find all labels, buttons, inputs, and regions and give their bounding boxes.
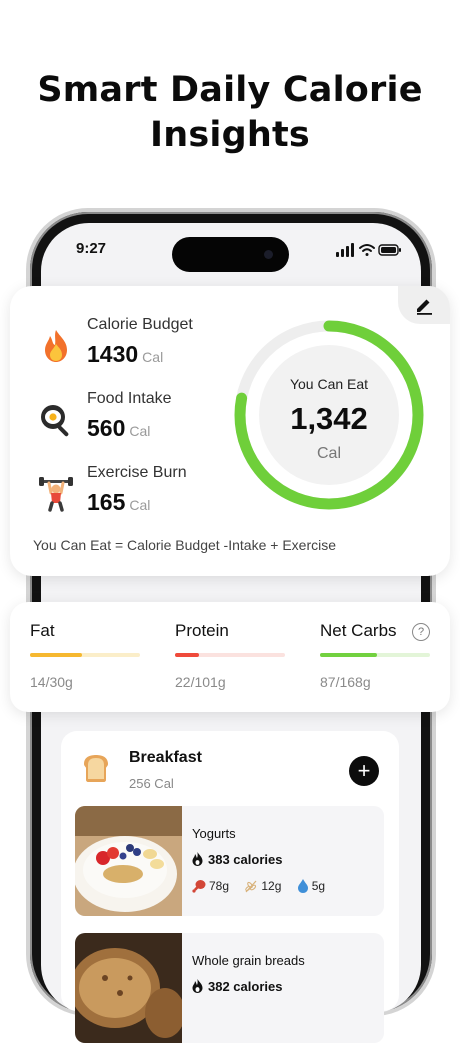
calorie-budget-unit: Cal (142, 349, 164, 365)
ring-value: 1,342 (290, 401, 368, 436)
plus-icon: + (357, 758, 371, 783)
macro-net-carbs-value: 87/168g (320, 674, 371, 690)
signal-icon (336, 243, 354, 257)
macro-protein-label: Protein (175, 621, 229, 640)
meal-calories: 256 Cal (129, 776, 174, 791)
add-food-button[interactable]: + (349, 756, 379, 786)
dynamic-island (172, 237, 289, 272)
flame-icon (192, 979, 203, 993)
meal-title: Breakfast (129, 749, 202, 766)
protein-macro: 78g (192, 879, 229, 893)
fire-icon (45, 330, 67, 362)
battery-icon (378, 244, 401, 256)
formula-text: You Can Eat = Calorie Budget -Intake + E… (33, 537, 336, 553)
macro-protein-value: 22/101g (175, 674, 226, 690)
flame-icon (192, 852, 203, 866)
macro-fat-label: Fat (30, 621, 55, 640)
macro-protein-fill (175, 653, 200, 657)
macro-protein-bar (175, 653, 285, 657)
status-time: 9:27 (76, 240, 107, 257)
macro-fat-bar (30, 653, 140, 657)
calorie-budget-label: Calorie Budget (87, 316, 193, 333)
pencil-icon (417, 299, 432, 315)
exercise-burn-label: Exercise Burn (87, 464, 187, 481)
food-name: Yogurts (192, 826, 236, 841)
food-intake-unit: Cal (129, 423, 151, 439)
food-intake-label: Food Intake (87, 390, 172, 407)
exercise-burn-stat: Exercise Burn 165 Cal (38, 464, 228, 524)
macro-net-carbs-bar (320, 653, 430, 657)
ring-title: You Can Eat (289, 376, 369, 392)
weightlifter-icon (39, 477, 73, 512)
macro-net-carbs-fill (320, 653, 378, 657)
calorie-budget-value: 1430 Cal (87, 341, 164, 367)
food-item-whole-grain-breads[interactable]: Whole grain breads 382 calories (75, 933, 384, 1043)
exercise-burn-unit: Cal (129, 497, 151, 513)
food-calories: 383 calories (192, 852, 282, 867)
drop-icon (297, 879, 308, 893)
food-item-yogurts[interactable]: Yogurts 383 calories 78g 12g 5g (75, 806, 384, 916)
headline-line-2: Insights (150, 115, 310, 155)
help-icon[interactable]: ? (412, 623, 430, 641)
headline: Smart Daily Calorie Insights (0, 68, 460, 158)
wheat-icon (245, 880, 257, 893)
food-macros: 78g 12g 5g (192, 879, 337, 893)
food-intake-stat: Food Intake 560 Cal (38, 390, 228, 450)
carbs-macro: 12g (244, 879, 281, 893)
wifi-icon (359, 244, 375, 256)
calorie-budget-stat: Calorie Budget 1430 Cal (38, 316, 228, 376)
food-intake-value: 560 Cal (87, 415, 151, 441)
yogurt-bowl-image (75, 806, 182, 916)
status-icons (336, 243, 401, 257)
macros-card (10, 602, 450, 712)
macro-fat-value: 14/30g (30, 674, 73, 690)
headline-line-1: Smart Daily Calorie (37, 70, 423, 110)
ring-unit: Cal (316, 445, 341, 462)
food-name: Whole grain breads (192, 953, 305, 968)
bread-image (75, 933, 182, 1043)
macro-net-carbs-label: Net Carbs (320, 621, 397, 640)
fat-macro: 5g (297, 879, 325, 893)
drumstick-icon (192, 880, 206, 893)
macro-fat-fill (30, 653, 82, 657)
bread-icon (84, 755, 108, 782)
frying-pan-icon (41, 405, 69, 437)
food-calories: 382 calories (192, 979, 282, 994)
exercise-burn-value: 165 Cal (87, 489, 151, 515)
